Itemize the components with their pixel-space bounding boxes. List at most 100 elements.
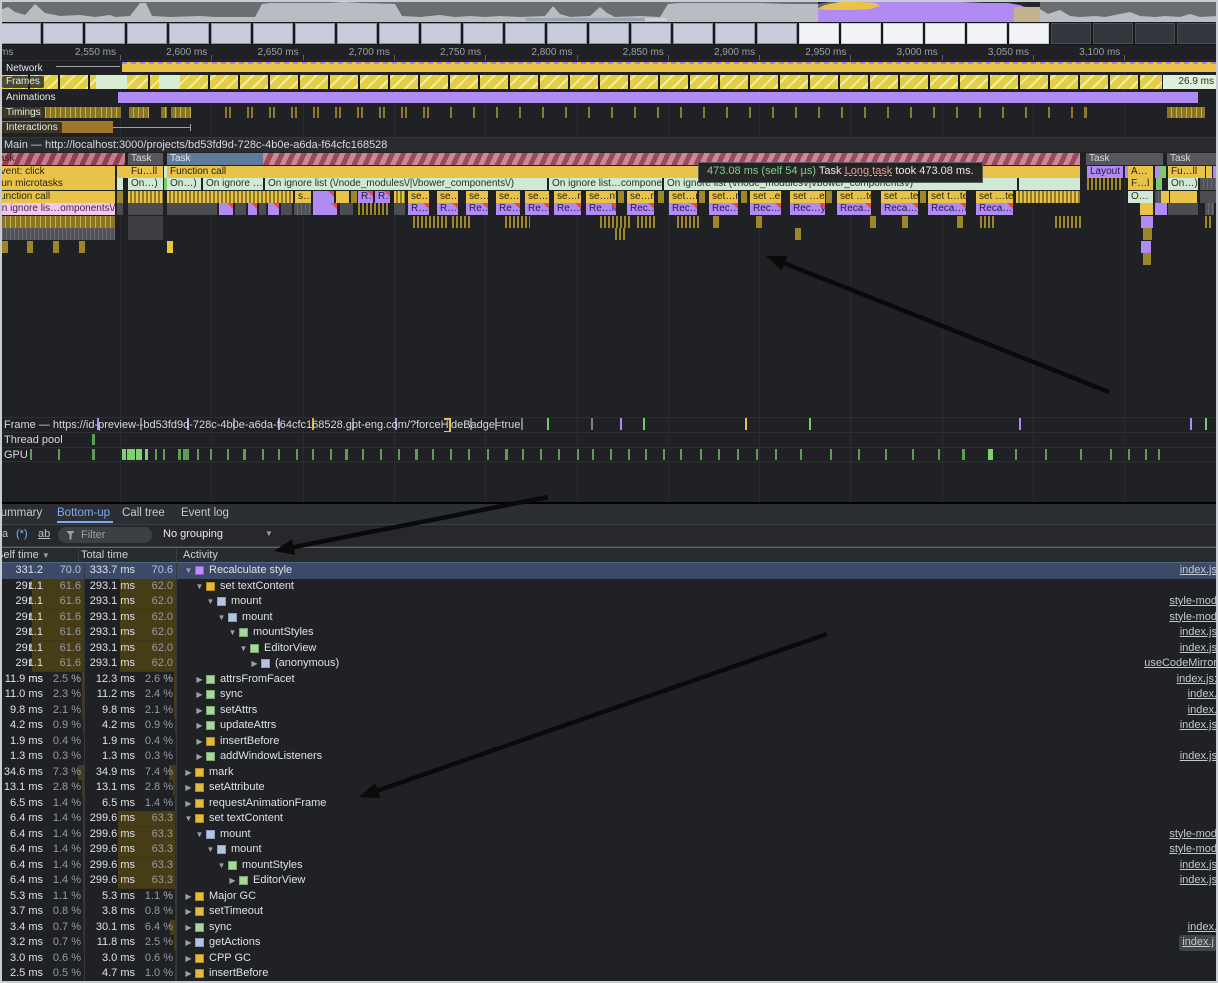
flame-segment[interactable] — [117, 191, 123, 203]
flame-segment[interactable] — [1205, 203, 1214, 215]
flame-segment[interactable] — [1168, 203, 1198, 215]
tree-toggle-icon[interactable]: ▶ — [183, 951, 194, 967]
flame-segment[interactable] — [795, 228, 801, 240]
flame-segment[interactable] — [336, 191, 349, 203]
filmstrip-thumbnail[interactable] — [967, 23, 1007, 44]
filmstrip-thumbnail[interactable] — [1, 23, 41, 44]
filmstrip-thumbnail[interactable] — [337, 23, 377, 44]
flame-segment[interactable]: Re…e — [496, 203, 520, 215]
filmstrip-thumbnail[interactable] — [1135, 23, 1175, 44]
filmstrip-thumbnail[interactable] — [1009, 23, 1049, 44]
flame-segment[interactable] — [0, 216, 115, 228]
flame-segment[interactable]: Reca…tyle — [928, 203, 966, 215]
tree-toggle-icon[interactable]: ▶ — [183, 889, 194, 905]
source-link[interactable]: index.js — [1180, 563, 1217, 579]
gpu-header[interactable]: GPU — [0, 447, 1218, 462]
flame-segment[interactable] — [1213, 166, 1218, 178]
table-row[interactable]: 3.7 ms0.8 %3.8 ms0.8 %▶setTimeout — [0, 904, 1218, 920]
flame-segment[interactable]: set …tent — [837, 191, 871, 203]
flame-segment[interactable] — [1019, 178, 1080, 190]
tree-toggle-icon[interactable]: ▶ — [249, 656, 260, 672]
animations-track-bar[interactable] — [118, 92, 1198, 103]
table-row[interactable]: 6.4 ms1.4 %299.6 ms63.3 %▼set textConten… — [0, 811, 1218, 827]
source-link[interactable]: style-mod — [1169, 827, 1217, 843]
filmstrip-thumbnail[interactable] — [43, 23, 83, 44]
match-case-toggle[interactable]: a — [2, 528, 8, 540]
filmstrip[interactable] — [0, 22, 1218, 45]
tree-toggle-icon[interactable]: ▼ — [238, 641, 249, 657]
tree-toggle-icon[interactable]: ▶ — [183, 935, 194, 951]
flame-segment[interactable]: Task — [167, 153, 263, 165]
regex-toggle[interactable]: (*) — [16, 528, 28, 540]
flame-segment[interactable]: se…nt — [627, 191, 654, 203]
flame-segment[interactable] — [600, 216, 631, 228]
filmstrip-thumbnail[interactable] — [925, 23, 965, 44]
filmstrip-thumbnail[interactable] — [799, 23, 839, 44]
tree-toggle-icon[interactable]: ▶ — [194, 672, 205, 688]
flame-segment[interactable]: A… — [1128, 166, 1153, 178]
flame-segment[interactable]: Rec…le — [627, 203, 654, 215]
flame-segment[interactable] — [505, 216, 530, 228]
table-row[interactable]: 291.1 ms61.6 %293.1 ms62.0 %▼EditorViewi… — [0, 641, 1218, 657]
tab-summary[interactable]: Summary — [0, 507, 42, 519]
tree-toggle-icon[interactable]: ▶ — [183, 966, 194, 982]
flame-segment[interactable] — [618, 191, 624, 203]
flame-segment[interactable] — [1170, 191, 1197, 203]
flame-segment[interactable] — [957, 216, 963, 228]
tree-toggle-icon[interactable]: ▶ — [194, 718, 205, 734]
flame-segment[interactable] — [128, 216, 163, 228]
tree-toggle-icon[interactable]: ▼ — [216, 610, 227, 626]
flame-segment[interactable] — [128, 191, 163, 203]
table-row[interactable]: 291.1 ms61.6 %293.1 ms62.0 %▼mountstyle-… — [0, 610, 1218, 626]
flame-segment[interactable]: Fu…ll — [1168, 166, 1205, 178]
column-activity[interactable]: Activity — [177, 548, 1218, 562]
flame-segment[interactable]: set ..ent — [750, 191, 781, 203]
flame-segment[interactable]: Rec…yle — [790, 203, 825, 215]
flame-segment[interactable] — [1206, 166, 1212, 178]
flame-segment[interactable]: On…) — [128, 178, 163, 190]
flame-segment[interactable] — [219, 203, 233, 215]
cpu-overview-strip[interactable] — [0, 0, 1218, 22]
flame-segment[interactable]: R… — [375, 191, 390, 203]
table-row[interactable]: 1.9 ms0.4 %1.9 ms0.4 %▶insertBefore — [0, 734, 1218, 750]
flame-segment[interactable] — [1200, 178, 1218, 190]
flame-segment[interactable]: On…) — [167, 178, 201, 190]
tree-toggle-icon[interactable]: ▶ — [183, 904, 194, 920]
tree-toggle-icon[interactable]: ▶ — [194, 703, 205, 719]
flame-segment[interactable] — [79, 241, 85, 253]
flame-segment[interactable]: Run microtasks — [0, 178, 115, 190]
filmstrip-thumbnail[interactable] — [379, 23, 419, 44]
flame-segment[interactable]: R…e — [408, 203, 429, 215]
flame-segment[interactable]: On ignore list (\/node_modules\/|\/bower… — [265, 178, 547, 190]
flame-segment[interactable] — [294, 203, 311, 215]
flame-segment[interactable]: Task — [1086, 153, 1163, 165]
flame-segment[interactable]: se…t — [525, 191, 549, 203]
filmstrip-thumbnail[interactable] — [295, 23, 335, 44]
flame-segment[interactable]: O… — [1128, 191, 1153, 203]
flame-segment[interactable]: s…t — [295, 191, 311, 203]
flame-segment[interactable]: R…e — [437, 203, 458, 215]
tree-toggle-icon[interactable]: ▶ — [194, 687, 205, 703]
flame-segment[interactable] — [281, 203, 292, 215]
table-row[interactable]: 11.0 ms2.3 %11.2 ms2.4 %▶syncindex. — [0, 687, 1218, 703]
flame-segment[interactable] — [394, 191, 405, 203]
source-link[interactable]: index.js — [1180, 749, 1217, 765]
flame-segment[interactable] — [1156, 178, 1162, 190]
flame-segment[interactable] — [1205, 216, 1213, 228]
network-request-bar[interactable] — [122, 62, 1218, 72]
tab-call-tree[interactable]: Call tree — [122, 507, 165, 519]
flame-segment[interactable] — [1143, 253, 1151, 265]
flame-segment[interactable] — [658, 191, 664, 203]
flame-segment[interactable] — [235, 203, 246, 215]
source-link[interactable]: index.js — [1180, 858, 1217, 874]
column-total-time[interactable]: Total time — [79, 548, 177, 562]
flame-segment[interactable] — [1016, 191, 1080, 203]
track-label-frames[interactable]: Frames — [2, 76, 44, 88]
source-link[interactable]: index.js — [1180, 873, 1217, 889]
flame-segment[interactable]: se…nt — [586, 191, 616, 203]
flame-segment[interactable] — [741, 191, 747, 203]
flame-segment[interactable] — [2, 241, 8, 253]
flame-segment[interactable] — [677, 216, 699, 228]
flame-segment[interactable] — [699, 191, 705, 203]
flame-segment[interactable] — [1141, 216, 1153, 228]
